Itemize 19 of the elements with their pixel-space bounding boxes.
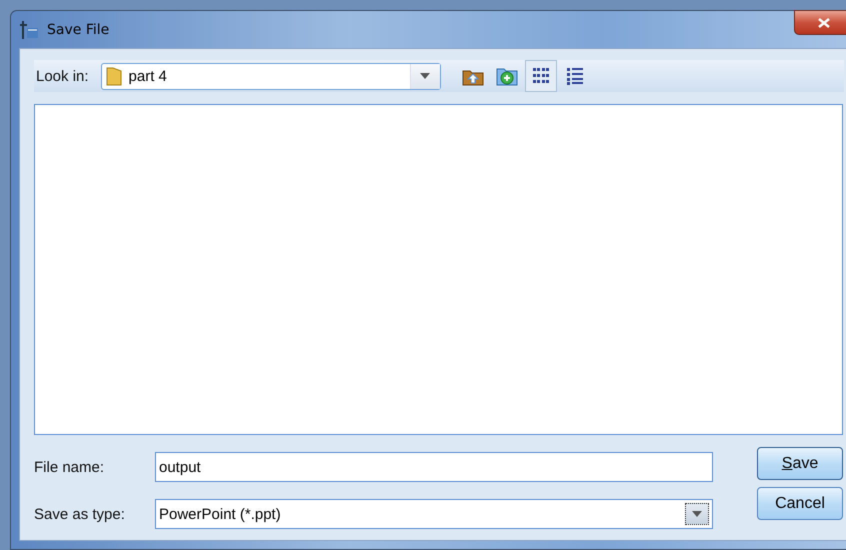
- file-type-dropdown[interactable]: PowerPoint (*.ppt): [155, 499, 713, 529]
- details-view-icon: [566, 67, 584, 85]
- look-in-label: Look in:: [36, 68, 89, 84]
- file-type-label: Save as type:: [34, 506, 126, 522]
- list-view-icon: [532, 67, 550, 85]
- save-button[interactable]: Save: [757, 447, 843, 480]
- look-in-dropdown[interactable]: part 4: [100, 62, 441, 90]
- list-button[interactable]: [524, 60, 557, 92]
- file-name-label: File name:: [34, 458, 106, 476]
- close-icon: [818, 18, 830, 28]
- caret-icon: [420, 73, 430, 79]
- close-button[interactable]: [794, 10, 846, 35]
- app-icon: [19, 20, 39, 40]
- file-name-field[interactable]: output: [155, 452, 713, 482]
- cancel-button[interactable]: Cancel: [757, 487, 843, 520]
- folder-icon: [106, 66, 122, 86]
- window-title: Save File: [47, 22, 110, 38]
- dropdown-arrow-button[interactable]: [685, 503, 709, 525]
- caret-icon: [692, 511, 702, 517]
